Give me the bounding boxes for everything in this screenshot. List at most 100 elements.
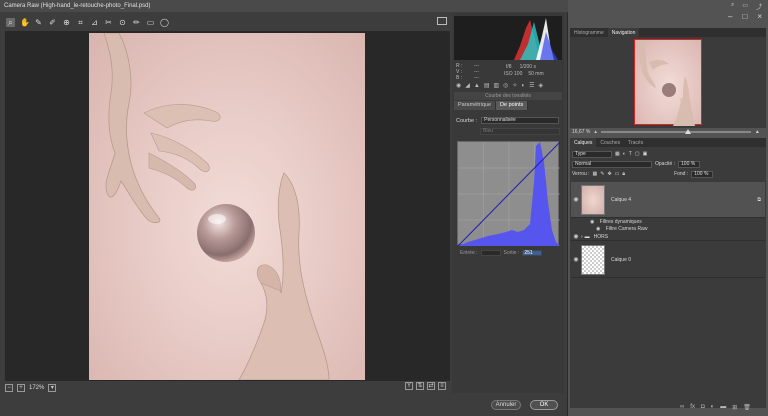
swap-icon[interactable]: ⇅ [416, 382, 424, 390]
lock-brush-icon[interactable]: ✎ [600, 171, 604, 177]
panel-icons: ◉ ◢ ▲ ▤ ▥ ◎ ✧ ◐ ☰ ◈ [454, 81, 562, 90]
hsl-icon[interactable]: ▤ [484, 82, 490, 89]
workspace-icon[interactable]: ▭ [742, 2, 748, 11]
graduated-filter-icon[interactable]: ▭ [146, 18, 155, 27]
preview-image[interactable] [89, 33, 365, 380]
split-toning-icon[interactable]: ▥ [494, 82, 500, 89]
filter-pixel-icon[interactable]: ▦ [615, 151, 620, 157]
tab-navigation[interactable]: Navigation [607, 28, 640, 37]
menu-icon[interactable]: ≡ [438, 382, 446, 390]
layer-group-row[interactable]: ◉ › ▬ HORS [571, 233, 765, 241]
straighten-icon[interactable]: ⊿ [90, 18, 99, 27]
minimize-button[interactable]: – [728, 12, 732, 21]
adjustment-brush-icon[interactable]: ✏ [132, 18, 141, 27]
filter-type-icon[interactable]: T [629, 151, 632, 157]
channel-select[interactable]: Bleu [480, 128, 560, 135]
eye-icon[interactable]: ◉ [571, 256, 581, 263]
curve-preset-select[interactable]: Personnalisée [481, 117, 560, 124]
white-balance-icon[interactable]: ✎ [34, 18, 43, 27]
share-icon[interactable]: ⤴ [756, 2, 762, 11]
radial-filter-icon[interactable]: ◯ [160, 18, 169, 27]
copy-settings-icon[interactable]: ⇄ [427, 382, 435, 390]
output-field[interactable]: 251 [522, 250, 543, 256]
curve-preset-row: Courbe : Personnalisée [454, 116, 562, 125]
layer-row[interactable]: ◉ Calque 0 [571, 242, 765, 278]
filter-type-select[interactable]: Type [572, 150, 612, 158]
group-name[interactable]: HORS [594, 234, 608, 240]
mask-icon[interactable]: ◘ [701, 404, 705, 411]
basic-icon[interactable]: ◉ [456, 82, 461, 89]
detail-icon[interactable]: ▲ [474, 83, 480, 89]
layer-name[interactable]: Calque 4 [611, 197, 631, 203]
filter-smart-icon[interactable]: ▣ [643, 151, 648, 157]
zoom-out-small-icon[interactable]: ▴ [594, 129, 597, 135]
tab-layers[interactable]: Calques [570, 138, 597, 147]
fx-icon[interactable]: fx [690, 404, 695, 411]
layer-name[interactable]: Calque 0 [611, 257, 631, 263]
layer-thumbnail [581, 184, 605, 215]
image-info: R : V : B : --- --- --- f/8 1/200 s ISO … [454, 61, 562, 81]
cancel-button[interactable]: Annuler [491, 400, 521, 410]
layer-row[interactable]: ◉ Calque 4 ⧉ [571, 182, 765, 218]
filter-shape-icon[interactable]: ▢ [635, 151, 640, 157]
fullscreen-icon[interactable] [437, 17, 447, 25]
lock-move-icon[interactable]: ✥ [607, 171, 611, 177]
lock-all-icon[interactable]: 🔒︎ [622, 171, 625, 177]
zoom-level[interactable]: 172% [29, 385, 44, 391]
lock-pixels-icon[interactable]: ▦ [593, 171, 598, 177]
blend-mode-select[interactable]: Normal [572, 160, 652, 168]
lens-icon[interactable]: ◎ [503, 82, 508, 89]
zoom-out-button[interactable]: − [5, 384, 13, 392]
eye-icon[interactable]: ◉ [571, 196, 581, 203]
color-sampler-icon[interactable]: ✐ [48, 18, 57, 27]
tab-channels[interactable]: Couches [596, 138, 624, 147]
new-layer-icon[interactable]: ⊞ [732, 404, 737, 411]
crop-icon[interactable]: ⌗ [76, 18, 85, 27]
zoom-icon[interactable]: ⌕ [6, 17, 15, 27]
spot-removal-icon[interactable]: ✂ [104, 18, 113, 27]
layer-filter-row: Type ▦ ◐ T ▢ ▣ [572, 150, 764, 158]
tab-points[interactable]: De points [496, 101, 529, 110]
presets-icon[interactable]: ☰ [529, 82, 534, 89]
tab-paths[interactable]: Tracés [624, 138, 647, 147]
tab-histogram[interactable]: Histogramme [570, 28, 608, 37]
targeted-adjust-icon[interactable]: ⊕ [62, 18, 71, 27]
eye-icon[interactable]: ◉ [571, 233, 581, 240]
ok-button[interactable]: OK [530, 400, 558, 410]
search-icon[interactable]: ⌕ [731, 2, 734, 11]
tone-curve-graph[interactable] [457, 141, 560, 246]
nav-zoom-value[interactable]: 16,67 % [572, 129, 590, 135]
hand-icon[interactable]: ✋ [20, 18, 30, 27]
chevron-right-icon[interactable]: › [581, 234, 583, 240]
new-group-icon[interactable]: ▬ [720, 404, 726, 411]
link-icon[interactable]: ∞ [680, 404, 684, 411]
calibration-icon[interactable]: ◐ [521, 83, 525, 89]
snapshots-icon[interactable]: ◈ [538, 82, 543, 89]
navigation-tabs: Histogramme Navigation [570, 28, 766, 37]
zoom-slider[interactable] [600, 129, 751, 134]
maximize-button[interactable]: □ [742, 12, 747, 21]
before-after-y-icon[interactable]: Y [405, 382, 413, 390]
eye-icon[interactable]: ◉ [596, 226, 600, 232]
close-button[interactable]: × [757, 12, 762, 21]
effects-icon[interactable]: ✧ [512, 82, 517, 89]
layer-thumbnail [581, 244, 605, 275]
lock-artboard-icon[interactable]: ▭ [615, 171, 620, 177]
opacity-input[interactable]: 100 % [678, 160, 701, 168]
tab-parametric[interactable]: Paramétrique [454, 101, 497, 110]
camera-raw-filter-text[interactable]: Filtre Camera Raw [606, 226, 648, 232]
filter-adjust-icon[interactable]: ◐ [623, 151, 626, 157]
red-eye-icon[interactable]: ⊙ [118, 18, 127, 27]
eye-icon[interactable]: ◉ [590, 219, 594, 225]
zoom-dropdown-icon[interactable]: ▾ [48, 384, 57, 392]
adjustment-icon[interactable]: ◐ [711, 404, 715, 411]
zoom-slider-knob[interactable] [684, 129, 691, 134]
trash-icon[interactable]: 🗑︎ [743, 404, 751, 411]
zoom-in-large-icon[interactable]: ▲ [755, 129, 760, 135]
navigation-thumbnail[interactable] [634, 39, 702, 126]
fill-input[interactable]: 100 % [691, 170, 714, 178]
layers-bottom-icons: ∞ fx ◘ ◐ ▬ ⊞ 🗑︎ [680, 404, 751, 411]
tone-curve-icon[interactable]: ◢ [465, 82, 470, 89]
zoom-in-button[interactable]: + [17, 384, 25, 392]
input-field[interactable] [480, 250, 501, 256]
